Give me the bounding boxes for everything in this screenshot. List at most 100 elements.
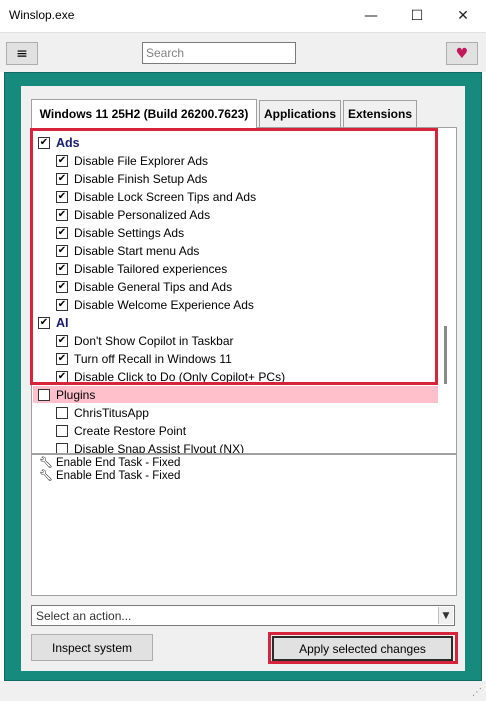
checkbox[interactable] xyxy=(56,425,68,437)
category-label: AI xyxy=(56,316,69,330)
maximize-icon: ☐ xyxy=(410,8,424,24)
feature-label: Disable Lock Screen Tips and Ads xyxy=(74,190,257,204)
feature-item[interactable]: ✔ Disable Start menu Ads xyxy=(56,242,199,260)
check-icon: ✔ xyxy=(39,137,49,148)
check-icon: ✔ xyxy=(57,353,67,364)
feature-label: Disable Click to Do (Only Copilot+ PCs) xyxy=(74,370,286,384)
checkbox[interactable]: ✔ xyxy=(56,191,68,203)
checkbox[interactable] xyxy=(56,407,68,419)
checkbox[interactable]: ✔ xyxy=(56,335,68,347)
feature-label: Disable File Explorer Ads xyxy=(74,154,209,168)
check-icon: ✔ xyxy=(57,299,67,310)
log-text: Enable End Task - Fixed xyxy=(55,469,181,482)
scrollbar-thumb[interactable] xyxy=(444,326,447,384)
feature-item[interactable]: Create Restore Point xyxy=(56,422,186,440)
feature-item[interactable]: Disable Snap Assist Flyout (NX) xyxy=(56,440,244,453)
tab-applications[interactable]: Applications xyxy=(259,100,341,127)
feature-item[interactable]: ✔ Disable Lock Screen Tips and Ads xyxy=(56,188,256,206)
category-ads[interactable]: ✔ Ads xyxy=(38,134,80,152)
check-icon: ✔ xyxy=(57,245,67,256)
minimize-button[interactable]: — xyxy=(348,0,394,32)
feature-label: Disable Finish Setup Ads xyxy=(74,172,208,186)
menu-button[interactable]: ≡ xyxy=(6,42,38,65)
title-bar: Winslop.exe — ☐ ✕ xyxy=(0,0,486,32)
log-line: 🔧︎ Enable End Task - Fixed xyxy=(39,456,180,469)
tab-windows-build[interactable]: Windows 11 25H2 (Build 26200.7623) xyxy=(31,99,257,128)
feature-label: Turn off Recall in Windows 11 xyxy=(74,352,232,366)
feature-label: Disable Settings Ads xyxy=(74,226,185,240)
checkbox[interactable]: ✔ xyxy=(56,299,68,311)
window-title: Winslop.exe xyxy=(9,8,75,22)
feature-label: Disable Tailored experiences xyxy=(74,262,228,276)
action-select-value: Select an action... xyxy=(36,609,132,623)
feature-item[interactable]: ✔ Turn off Recall in Windows 11 xyxy=(56,350,232,368)
checkbox[interactable]: ✔ xyxy=(56,353,68,365)
apply-changes-button[interactable]: Apply selected changes xyxy=(272,636,453,661)
donate-button[interactable]: ♥ xyxy=(446,42,478,65)
feature-item[interactable]: ✔ Disable Click to Do (Only Copilot+ PCs… xyxy=(56,368,285,386)
wrench-icon: 🔧︎ xyxy=(39,456,53,469)
check-icon: ✔ xyxy=(57,209,67,220)
feature-label: Disable General Tips and Ads xyxy=(74,280,233,294)
inspect-system-label: Inspect system xyxy=(51,640,133,655)
hamburger-icon: ≡ xyxy=(16,45,28,62)
search-input[interactable] xyxy=(142,42,296,64)
feature-label: Create Restore Point xyxy=(74,424,187,438)
feature-item[interactable]: ✔ Don't Show Copilot in Taskbar xyxy=(56,332,234,350)
check-icon: ✔ xyxy=(57,155,67,166)
check-icon: ✔ xyxy=(39,317,49,328)
category-label: Plugins xyxy=(56,388,96,402)
category-ai[interactable]: ✔ AI xyxy=(38,314,69,332)
checkbox[interactable]: ✔ xyxy=(56,263,68,275)
close-icon: ✕ xyxy=(457,8,469,24)
feature-label: Disable Personalized Ads xyxy=(74,208,211,222)
log-text: Enable End Task - Fixed xyxy=(55,456,181,469)
dropdown-arrow-icon[interactable]: ▼ xyxy=(438,607,453,624)
checkbox[interactable]: ✔ xyxy=(38,317,50,329)
log-line: 🔧︎ Enable End Task - Fixed xyxy=(39,469,180,482)
checkbox[interactable]: ✔ xyxy=(56,371,68,383)
feature-item[interactable]: ChrisTitusApp xyxy=(56,404,149,422)
inspect-system-button[interactable]: Inspect system xyxy=(31,634,153,661)
toolbar: ≡ ♥ xyxy=(0,32,486,72)
checkbox[interactable]: ✔ xyxy=(56,281,68,293)
feature-item[interactable]: ✔ Disable Settings Ads xyxy=(56,224,184,242)
check-icon: ✔ xyxy=(57,263,67,274)
check-icon: ✔ xyxy=(57,335,67,346)
checkbox[interactable]: ✔ xyxy=(56,155,68,167)
check-icon: ✔ xyxy=(57,191,67,202)
category-label: Ads xyxy=(56,136,80,150)
close-button[interactable]: ✕ xyxy=(440,0,486,32)
checkbox[interactable]: ✔ xyxy=(56,227,68,239)
checkbox[interactable]: ✔ xyxy=(56,173,68,185)
maximize-button[interactable]: ☐ xyxy=(394,0,440,32)
check-icon: ✔ xyxy=(57,281,67,292)
log-output: 🔧︎ Enable End Task - Fixed 🔧︎ Enable End… xyxy=(31,454,457,596)
check-icon: ✔ xyxy=(57,227,67,238)
feature-tree[interactable]: ✔ Ads ✔ Disable File Explorer Ads ✔ Disa… xyxy=(31,127,457,454)
feature-item[interactable]: ✔ Disable Personalized Ads xyxy=(56,206,210,224)
feature-item[interactable]: ✔ Disable General Tips and Ads xyxy=(56,278,232,296)
check-icon: ✔ xyxy=(57,173,67,184)
feature-item[interactable]: ✔ Disable File Explorer Ads xyxy=(56,152,208,170)
feature-item[interactable]: ✔ Disable Welcome Experience Ads xyxy=(56,296,254,314)
apply-changes-label: Apply selected changes xyxy=(299,641,426,656)
action-select[interactable]: Select an action... ▼ xyxy=(31,605,455,626)
checkbox[interactable] xyxy=(56,443,68,453)
wrench-icon: 🔧︎ xyxy=(39,469,53,482)
checkbox[interactable]: ✔ xyxy=(56,209,68,221)
minimize-icon: — xyxy=(364,8,378,24)
feature-item[interactable]: ✔ Disable Tailored experiences xyxy=(56,260,227,278)
check-icon: ✔ xyxy=(57,371,67,382)
resize-grip-icon[interactable]: ⋰ xyxy=(472,687,482,698)
checkbox[interactable]: ✔ xyxy=(56,245,68,257)
tab-extensions[interactable]: Extensions xyxy=(343,100,417,127)
checkbox[interactable]: ✔ xyxy=(38,137,50,149)
feature-label: Disable Start menu Ads xyxy=(74,244,200,258)
feature-label: ChrisTitusApp xyxy=(74,406,149,420)
feature-item[interactable]: ✔ Disable Finish Setup Ads xyxy=(56,170,207,188)
heart-icon: ♥ xyxy=(455,45,469,62)
category-plugins[interactable]: Plugins xyxy=(38,386,95,404)
feature-label: Disable Welcome Experience Ads xyxy=(74,298,254,312)
checkbox[interactable] xyxy=(38,389,50,401)
